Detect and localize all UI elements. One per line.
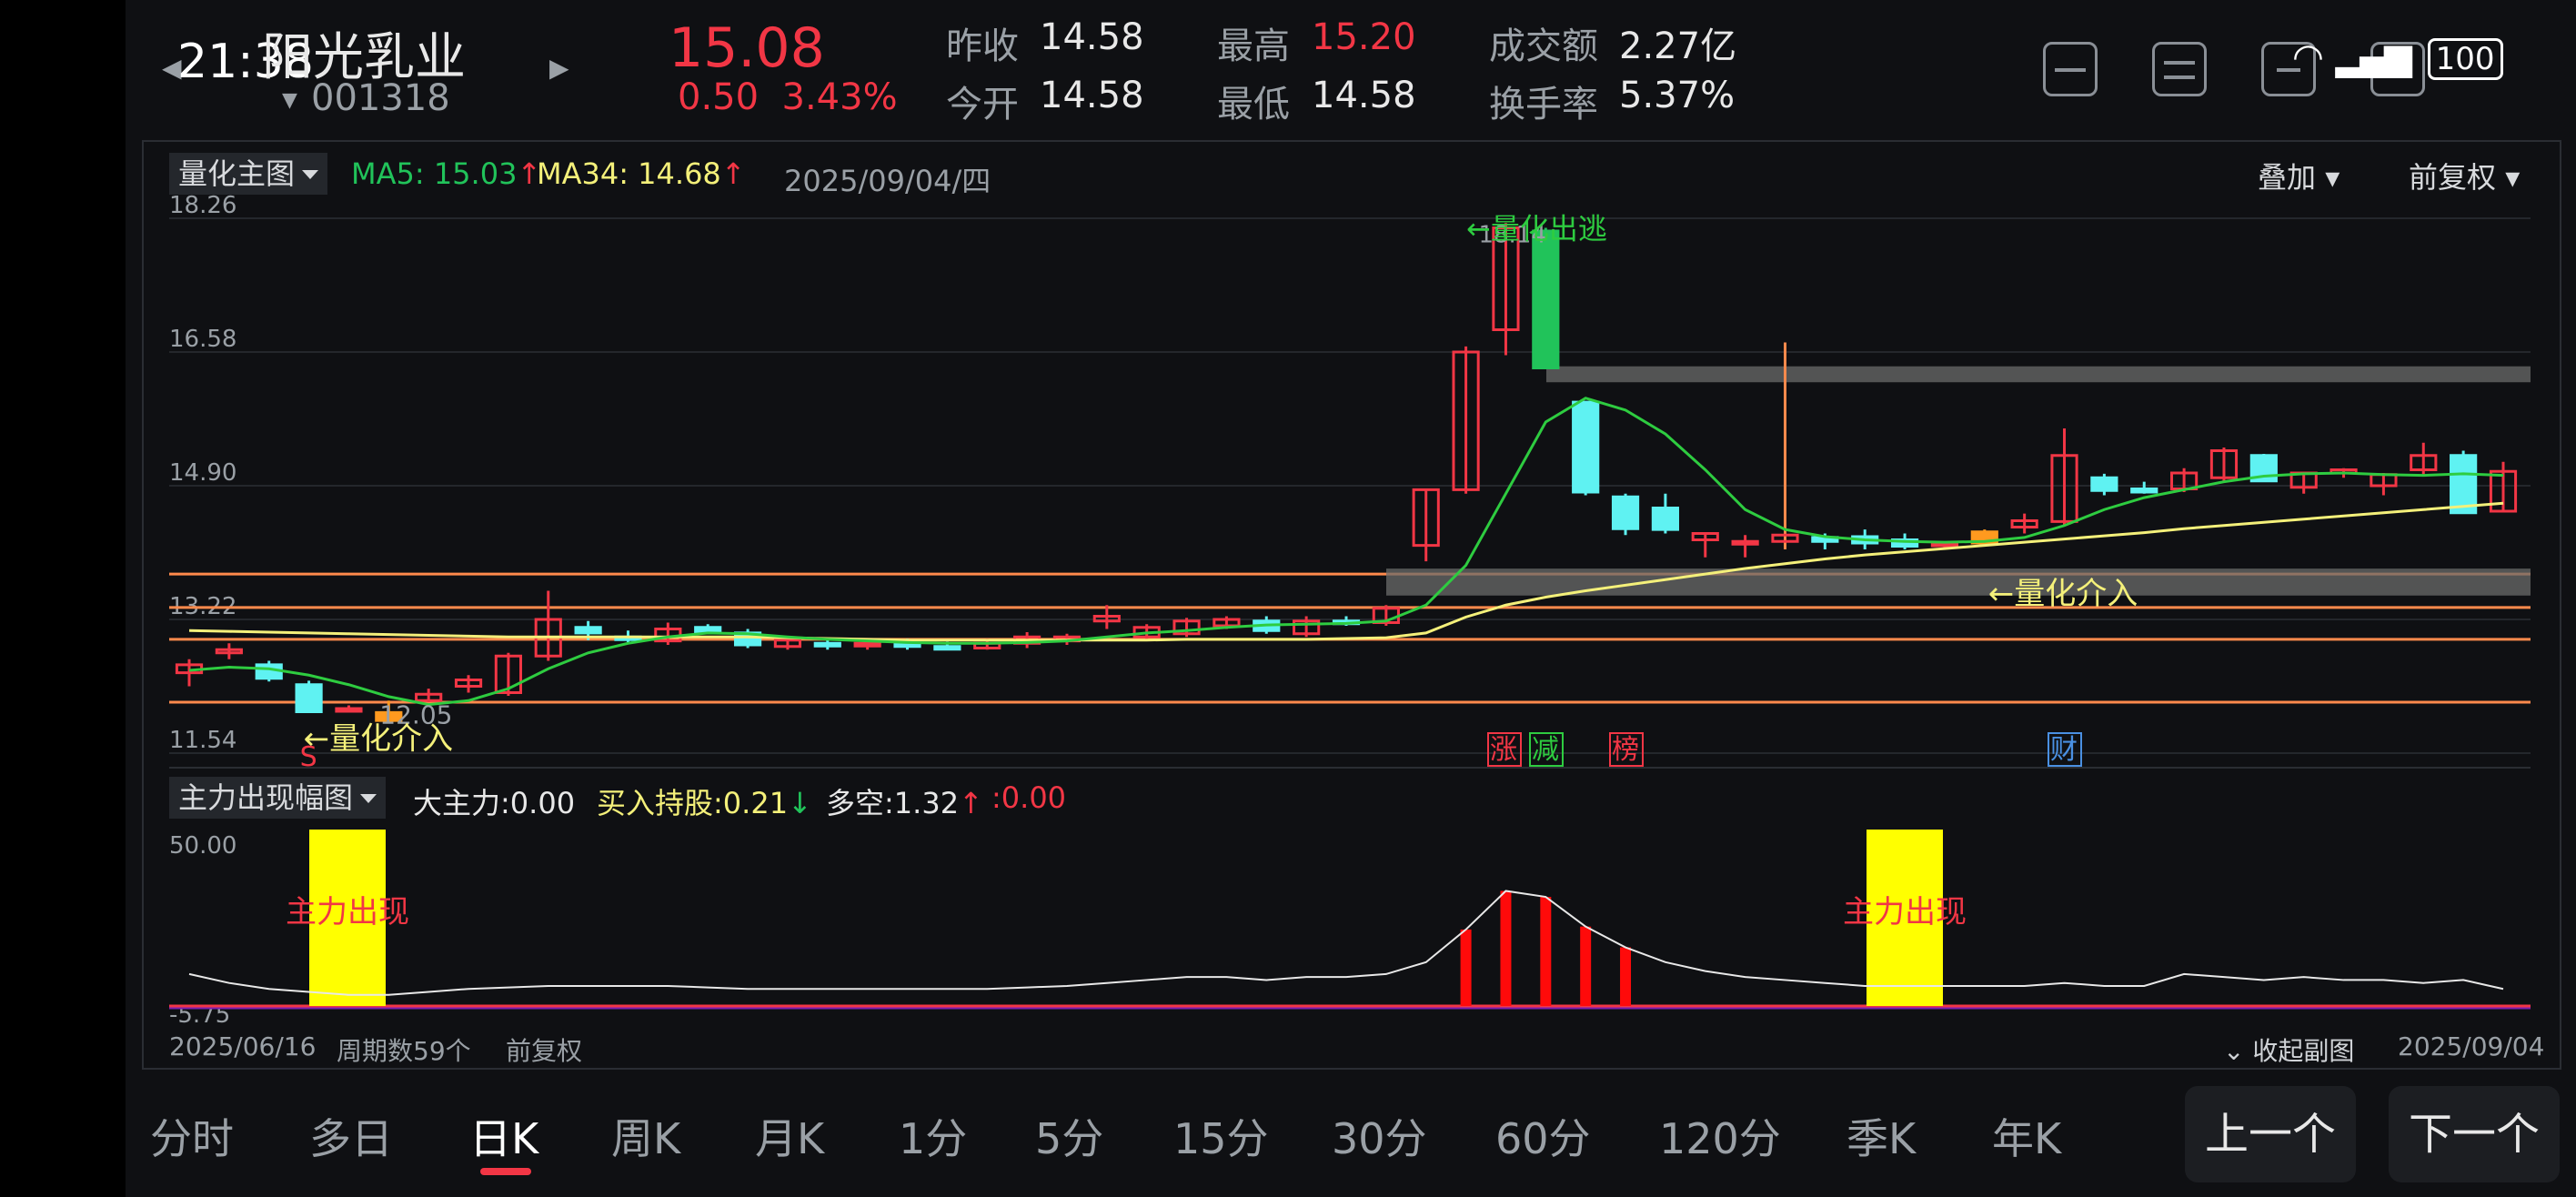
- candle-body: [2090, 476, 2118, 492]
- event-tag-label: 财: [2050, 734, 2078, 766]
- candle-body: [933, 645, 961, 651]
- period-tab[interactable]: 15分: [1173, 1106, 1269, 1166]
- candle-body: [2450, 454, 2478, 515]
- footer-adjust: 前复权: [506, 1036, 583, 1066]
- resistance-zone: [1546, 366, 2531, 383]
- candle-body: [255, 663, 283, 680]
- long-short-label: 多空:1.32↑: [826, 786, 983, 820]
- ma5-line: [188, 397, 2504, 707]
- period-tab[interactable]: 年K: [1992, 1106, 2061, 1166]
- support-zone: [1386, 568, 2531, 596]
- period-tab[interactable]: 日K: [469, 1106, 538, 1166]
- period-tab[interactable]: 多日: [309, 1106, 393, 1166]
- sub-force-bar: [1580, 926, 1592, 1006]
- candle-body: [1651, 507, 1679, 531]
- end-date: 2025/09/04: [2398, 1031, 2545, 1061]
- period-tab[interactable]: 分时: [150, 1106, 234, 1166]
- period-tab[interactable]: 5分: [1035, 1106, 1103, 1166]
- active-tab-indicator: [480, 1168, 531, 1175]
- big-force-label: 大主力:0.00: [413, 786, 576, 820]
- quant-buy-signal: ←量化介入: [304, 721, 454, 758]
- buy-hold-label: 买入持股:0.21↓: [597, 786, 812, 820]
- start-date: 2025/06/16: [169, 1031, 317, 1061]
- y-tick-label: 11.54: [169, 727, 236, 754]
- main-force-label: 主力出现: [1843, 894, 1967, 930]
- y-tick-label: 18.26: [169, 192, 236, 219]
- next-button[interactable]: 下一个: [2389, 1086, 2560, 1182]
- period-tab[interactable]: 季K: [1846, 1106, 1916, 1166]
- candle-body: [2130, 488, 2158, 494]
- period-tab[interactable]: 月K: [755, 1106, 824, 1166]
- period-tab[interactable]: 周K: [611, 1106, 680, 1166]
- sub-indicator-select[interactable]: 主力出现幅图: [169, 777, 387, 819]
- candle-body: [813, 641, 841, 648]
- period-count: 周期数59个: [337, 1036, 471, 1066]
- period-tab[interactable]: 60分: [1495, 1106, 1591, 1166]
- candle-body: [1532, 229, 1560, 369]
- period-tab[interactable]: 1分: [899, 1106, 967, 1166]
- y-tick-label: 14.90: [169, 459, 236, 487]
- sub-force-bar: [1460, 929, 1472, 1006]
- candle-body: [335, 707, 363, 713]
- sub-force-bar: [1620, 947, 1632, 1006]
- collapse-sub-button[interactable]: ⌄ 收起副图: [2223, 1031, 2354, 1068]
- quant-sell-signal: ←量化出逃: [1466, 212, 1607, 246]
- candle-body: [574, 626, 602, 635]
- sub-line: [188, 890, 2504, 996]
- quant-buy-signal: ←量化介入: [1988, 576, 2138, 612]
- sub-force-bar: [1540, 897, 1552, 1006]
- event-tag-label: 减: [1532, 734, 1559, 766]
- sub-y-top: 50.00: [169, 832, 236, 860]
- event-tag-label: 榜: [1612, 734, 1639, 766]
- candle-body: [694, 626, 722, 634]
- main-force-label: 主力出现: [286, 894, 409, 930]
- candle-body: [1572, 400, 1600, 494]
- period-tab[interactable]: 30分: [1332, 1106, 1427, 1166]
- kline-chart-svg[interactable]: 18.2616.5814.9013.2211.54 50.00-5.75主力出现…: [0, 0, 2576, 1073]
- candle-body: [1731, 539, 1759, 546]
- candle-body: [295, 683, 323, 713]
- sub-extra-value: :0.00: [991, 780, 1067, 815]
- candle-body: [853, 641, 881, 648]
- y-tick-label: 16.58: [169, 326, 236, 353]
- candle-body: [1611, 495, 1640, 530]
- sub-force-bar: [1500, 890, 1512, 1006]
- period-tab[interactable]: 120分: [1659, 1106, 1781, 1166]
- event-tag-label: 涨: [1490, 734, 1517, 766]
- chevron-down-icon: ⌄: [2223, 1036, 2253, 1066]
- prev-button[interactable]: 上一个: [2185, 1086, 2356, 1182]
- s-marker: S: [300, 741, 317, 773]
